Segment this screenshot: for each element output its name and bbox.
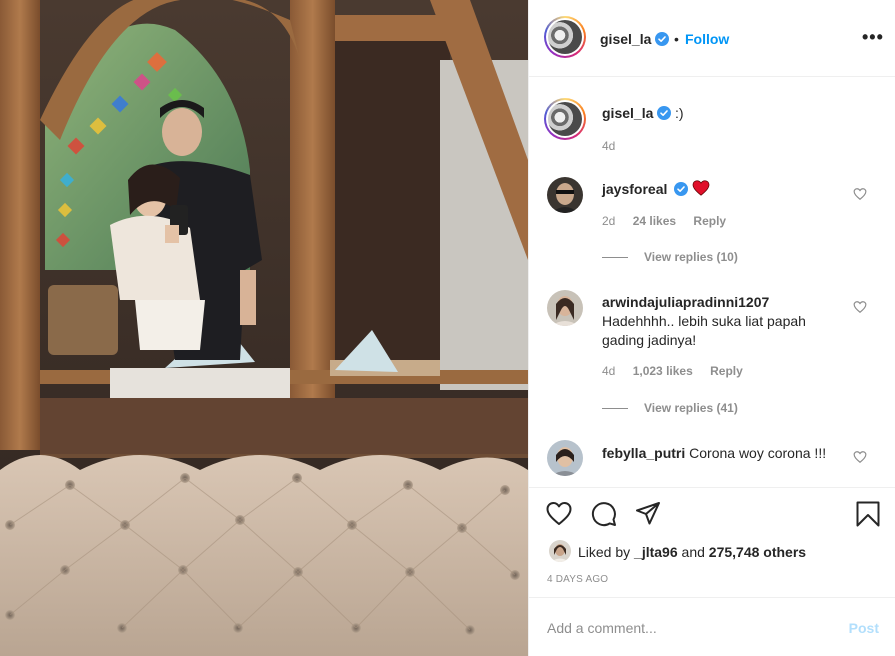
verified-badge-icon bbox=[655, 32, 669, 46]
comment-meta: 4d 1,023 likes Reply bbox=[602, 364, 743, 378]
comment-likes[interactable]: 1,023 likes bbox=[633, 364, 693, 378]
commenter-username[interactable]: arwindajuliapradinni1207 bbox=[602, 294, 769, 310]
commenter-avatar[interactable] bbox=[547, 440, 583, 476]
comment-body: febylla_putri Corona woy corona !!! bbox=[602, 444, 837, 463]
comments-list[interactable]: gisel_la :) 4d jaysforeal 2d 24 likes Re… bbox=[529, 77, 895, 487]
more-options-icon[interactable]: ••• bbox=[862, 27, 884, 48]
author-username[interactable]: gisel_la bbox=[600, 31, 651, 47]
post-actions: Liked by _jlta96 and 275,748 others 4 DA… bbox=[529, 487, 895, 597]
likes-summary: Liked by _jlta96 and 275,748 others bbox=[578, 544, 806, 560]
comment-text: Hadehhhh.. lebih suka liat papah gading … bbox=[602, 313, 806, 348]
view-replies-label: View replies (10) bbox=[644, 250, 738, 264]
add-comment-bar: Post bbox=[529, 597, 895, 656]
comment-like-icon[interactable] bbox=[853, 300, 867, 314]
liked-by-joiner: and bbox=[681, 544, 705, 560]
comment-like-icon[interactable] bbox=[853, 450, 867, 464]
caption-author-username[interactable]: gisel_la bbox=[602, 105, 653, 121]
reply-button[interactable]: Reply bbox=[693, 214, 726, 228]
post-comment-button[interactable]: Post bbox=[849, 620, 879, 636]
view-replies-button[interactable]: View replies (41) bbox=[602, 401, 738, 415]
follow-button[interactable]: Follow bbox=[685, 31, 729, 47]
speech-bubble-icon[interactable] bbox=[591, 501, 617, 527]
view-replies-button[interactable]: View replies (10) bbox=[602, 250, 738, 264]
post-photo[interactable] bbox=[0, 0, 528, 656]
header-separator: • bbox=[674, 31, 679, 47]
view-replies-label: View replies (41) bbox=[644, 401, 738, 415]
red-heart-emoji-icon bbox=[692, 180, 710, 196]
liked-by-prefix: Liked by bbox=[578, 544, 631, 560]
comment-text: Corona woy corona !!! bbox=[689, 445, 827, 461]
post-timestamp[interactable]: 4 DAYS AGO bbox=[547, 574, 608, 585]
verified-badge-icon bbox=[674, 182, 688, 196]
liker-avatar[interactable] bbox=[549, 540, 571, 562]
comment-time[interactable]: 2d bbox=[602, 214, 615, 228]
comment-like-icon[interactable] bbox=[853, 187, 867, 201]
post-image bbox=[0, 0, 528, 656]
post-header: gisel_la • Follow ••• bbox=[529, 0, 895, 77]
commenter-avatar[interactable] bbox=[547, 290, 583, 326]
commenter-avatar[interactable] bbox=[547, 177, 583, 213]
bookmark-icon[interactable] bbox=[855, 501, 881, 527]
post-side-panel: gisel_la • Follow ••• gisel_la :) 4d jay… bbox=[528, 0, 895, 656]
author-avatar[interactable] bbox=[544, 16, 586, 58]
add-comment-input[interactable] bbox=[547, 618, 827, 638]
caption-time[interactable]: 4d bbox=[602, 139, 615, 153]
comment-time[interactable]: 4d bbox=[602, 364, 615, 378]
verified-badge-icon bbox=[657, 106, 671, 120]
likes-others-count[interactable]: 275,748 others bbox=[709, 544, 806, 560]
commenter-username[interactable]: febylla_putri bbox=[602, 445, 685, 461]
caption-author-avatar[interactable] bbox=[544, 98, 586, 140]
paper-plane-icon[interactable] bbox=[635, 501, 661, 527]
commenter-username[interactable]: jaysforeal bbox=[602, 181, 667, 197]
heart-outline-icon[interactable] bbox=[546, 501, 572, 527]
reply-button[interactable]: Reply bbox=[710, 364, 743, 378]
liker-username[interactable]: _jlta96 bbox=[634, 544, 678, 560]
comment-meta: 2d 24 likes Reply bbox=[602, 214, 726, 228]
caption-text: :) bbox=[675, 105, 684, 121]
comment-likes[interactable]: 24 likes bbox=[633, 214, 676, 228]
